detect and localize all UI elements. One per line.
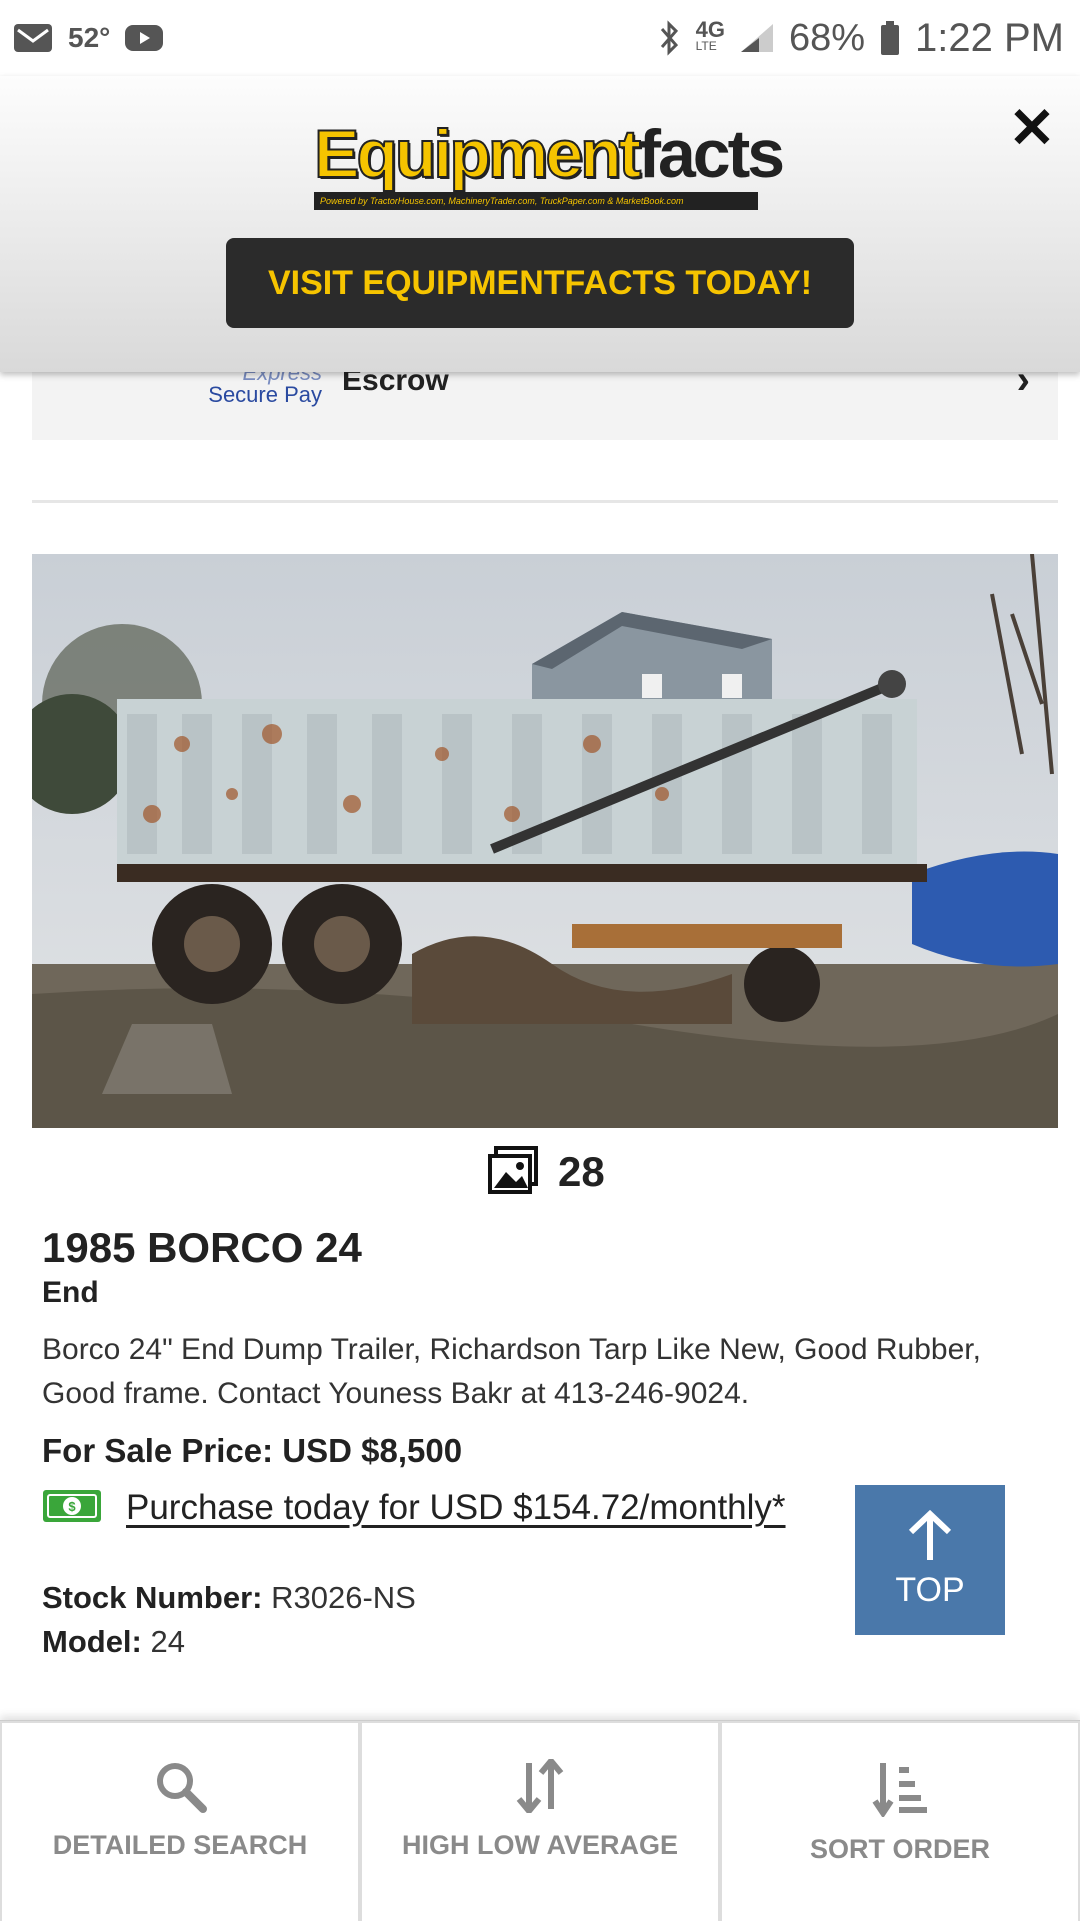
logo-primary: Equipment: [313, 116, 642, 192]
stock-number-label: Stock Number:: [42, 1580, 263, 1615]
nav-label: HIGH LOW AVERAGE: [402, 1830, 678, 1860]
listing-subtitle: End: [42, 1276, 99, 1309]
nav-high-low-average[interactable]: HIGH LOW AVERAGE: [360, 1721, 720, 1921]
price-value: USD $8,500: [282, 1432, 463, 1469]
visit-equipmentfacts-button[interactable]: VISIT EQUIPMENTFACTS TODAY!: [226, 238, 854, 328]
signal-icon: [739, 22, 775, 54]
listing-photo[interactable]: [32, 554, 1058, 1128]
logo-tagline: Powered by TractorHouse.com, MachineryTr…: [314, 192, 758, 210]
nav-label: DETAILED SEARCH: [52, 1830, 308, 1860]
divider: [32, 500, 1058, 503]
close-icon[interactable]: ✕: [1002, 98, 1062, 158]
clock: 1:22 PM: [915, 15, 1064, 60]
price-row: For Sale Price: USD $8,500: [42, 1432, 462, 1470]
finance-row: $ Purchase today for USD $154.72/monthly…: [42, 1488, 786, 1528]
model-label: Model:: [42, 1624, 142, 1659]
listing-title[interactable]: 1985 BORCO 24: [42, 1224, 362, 1272]
high-low-icon: [513, 1756, 567, 1818]
logo-wordmark: Equipmentfacts: [313, 119, 785, 189]
status-left: 52°: [0, 20, 176, 56]
stock-number-value: R3026-NS: [271, 1580, 416, 1615]
scroll-top-label: TOP: [895, 1571, 965, 1609]
dump-trailer-photo: [32, 554, 1058, 1128]
scroll-top-button[interactable]: TOP: [855, 1485, 1005, 1635]
money-icon: $: [42, 1489, 102, 1528]
listing-description: Borco 24" End Dump Trailer, Richardson T…: [42, 1333, 981, 1410]
bluetooth-icon: [658, 18, 682, 58]
temperature: 52°: [68, 22, 111, 53]
nav-label: SORT ORDER: [809, 1834, 990, 1864]
logo-secondary: facts: [638, 116, 785, 192]
bottom-nav: DETAILED SEARCH HIGH LOW AVERAGE SORT OR…: [0, 1720, 1080, 1921]
price-label: For Sale Price:: [42, 1432, 274, 1469]
battery-icon: [879, 20, 901, 56]
ad-banner: Equipmentfacts Powered by TractorHouse.c…: [0, 76, 1080, 372]
equipmentfacts-logo[interactable]: Equipmentfacts Powered by TractorHouse.c…: [313, 119, 785, 210]
email-icon: [12, 20, 54, 56]
battery-percent: 68%: [788, 16, 866, 59]
sort-icon: [871, 1759, 929, 1822]
escrow-logo-bottom: Secure Pay: [208, 382, 322, 407]
network-type: 4G LTE: [695, 17, 725, 54]
status-bar: 52° 4G LTE 68% 1:22 PM: [0, 0, 1080, 76]
model-row: Model: 24: [42, 1624, 185, 1660]
nav-sort-order[interactable]: SORT ORDER: [720, 1721, 1080, 1921]
network-sub-label: LTE: [695, 39, 717, 53]
model-value: 24: [150, 1624, 185, 1659]
svg-text:$: $: [68, 1499, 76, 1514]
nav-detailed-search[interactable]: DETAILED SEARCH: [0, 1721, 360, 1921]
search-icon: [153, 1759, 207, 1818]
network-label: 4G: [695, 17, 725, 42]
photos-icon: [488, 1145, 538, 1199]
photo-count[interactable]: 28: [488, 1144, 605, 1200]
photo-count-label: 28: [558, 1148, 605, 1195]
stock-number-row: Stock Number: R3026-NS: [42, 1580, 416, 1616]
status-right: 4G LTE 68% 1:22 PM: [646, 16, 1080, 61]
finance-offer-link[interactable]: Purchase today for USD $154.72/monthly*: [126, 1488, 786, 1528]
youtube-icon: [124, 23, 164, 53]
arrow-up-icon: [907, 1509, 953, 1567]
